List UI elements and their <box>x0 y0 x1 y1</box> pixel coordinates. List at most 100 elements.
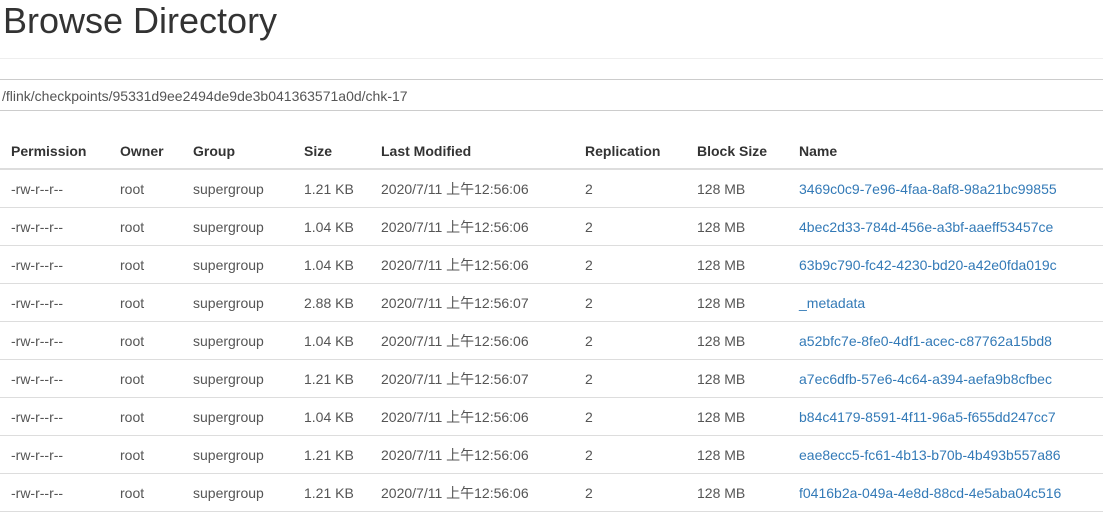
cell-replication: 2 <box>574 207 686 246</box>
directory-path-bar: /flink/checkpoints/95331d9ee2494de9de3b0… <box>0 79 1103 111</box>
cell-group: supergroup <box>182 359 293 398</box>
cell-owner: root <box>109 321 182 360</box>
cell-owner: root <box>109 473 182 512</box>
directory-path[interactable]: /flink/checkpoints/95331d9ee2494de9de3b0… <box>2 88 408 104</box>
cell-size: 1.21 KB <box>293 359 370 398</box>
cell-block-size: 128 MB <box>686 435 788 474</box>
column-header-owner[interactable]: Owner <box>109 133 182 170</box>
cell-name: 4bec2d33-784d-456e-a3bf-aaeff53457ce <box>788 207 1103 246</box>
file-table: Permission Owner Group Size Last Modifie… <box>0 133 1103 512</box>
cell-replication: 2 <box>574 435 686 474</box>
table-header-row: Permission Owner Group Size Last Modifie… <box>0 133 1103 170</box>
file-name-link[interactable]: eae8ecc5-fc61-4b13-b70b-4b493b557a86 <box>799 447 1061 463</box>
file-name-link[interactable]: a7ec6dfb-57e6-4c64-a394-aefa9b8cfbec <box>799 371 1052 387</box>
cell-replication: 2 <box>574 283 686 322</box>
cell-group: supergroup <box>182 473 293 512</box>
cell-name: b84c4179-8591-4f11-96a5-f655dd247cc7 <box>788 397 1103 436</box>
cell-block-size: 128 MB <box>686 321 788 360</box>
cell-last-modified: 2020/7/11 上午12:56:06 <box>370 397 574 436</box>
cell-replication: 2 <box>574 359 686 398</box>
file-name-link[interactable]: 63b9c790-fc42-4230-bd20-a42e0fda019c <box>799 257 1057 273</box>
table-row: -rw-r--r-- root supergroup 1.21 KB 2020/7/11… <box>0 473 1103 512</box>
file-table-body: -rw-r--r-- root supergroup 1.21 KB 2020/7/11… <box>0 169 1103 512</box>
cell-block-size: 128 MB <box>686 169 788 208</box>
cell-last-modified: 2020/7/11 上午12:56:06 <box>370 169 574 208</box>
cell-permission: -rw-r--r-- <box>0 473 109 512</box>
file-name-link[interactable]: f0416b2a-049a-4e8d-88cd-4e5aba04c516 <box>799 485 1061 501</box>
cell-owner: root <box>109 169 182 208</box>
cell-last-modified: 2020/7/11 上午12:56:06 <box>370 321 574 360</box>
cell-replication: 2 <box>574 397 686 436</box>
cell-size: 1.04 KB <box>293 207 370 246</box>
cell-name: f0416b2a-049a-4e8d-88cd-4e5aba04c516 <box>788 473 1103 512</box>
page-title: Browse Directory <box>3 0 278 41</box>
column-header-last-modified[interactable]: Last Modified <box>370 133 574 170</box>
cell-group: supergroup <box>182 283 293 322</box>
cell-block-size: 128 MB <box>686 207 788 246</box>
file-name-link[interactable]: 4bec2d33-784d-456e-a3bf-aaeff53457ce <box>799 219 1053 235</box>
cell-size: 2.88 KB <box>293 283 370 322</box>
column-header-name[interactable]: Name <box>788 133 1103 170</box>
table-row: -rw-r--r-- root supergroup 2.88 KB 2020/7/11… <box>0 283 1103 322</box>
cell-name: eae8ecc5-fc61-4b13-b70b-4b493b557a86 <box>788 435 1103 474</box>
file-name-link[interactable]: b84c4179-8591-4f11-96a5-f655dd247cc7 <box>799 409 1056 425</box>
file-name-link[interactable]: 3469c0c9-7e96-4faa-8af8-98a21bc99855 <box>799 181 1057 197</box>
cell-permission: -rw-r--r-- <box>0 397 109 436</box>
cell-block-size: 128 MB <box>686 473 788 512</box>
cell-group: supergroup <box>182 321 293 360</box>
cell-last-modified: 2020/7/11 上午12:56:07 <box>370 283 574 322</box>
cell-replication: 2 <box>574 321 686 360</box>
cell-owner: root <box>109 245 182 284</box>
cell-replication: 2 <box>574 169 686 208</box>
cell-permission: -rw-r--r-- <box>0 245 109 284</box>
title-divider <box>0 58 1103 59</box>
cell-name: a52bfc7e-8fe0-4df1-acec-c87762a15bd8 <box>788 321 1103 360</box>
table-row: -rw-r--r-- root supergroup 1.04 KB 2020/7/11… <box>0 245 1103 284</box>
column-header-size[interactable]: Size <box>293 133 370 170</box>
cell-name: a7ec6dfb-57e6-4c64-a394-aefa9b8cfbec <box>788 359 1103 398</box>
cell-block-size: 128 MB <box>686 359 788 398</box>
cell-size: 1.21 KB <box>293 169 370 208</box>
cell-owner: root <box>109 283 182 322</box>
cell-permission: -rw-r--r-- <box>0 359 109 398</box>
cell-owner: root <box>109 397 182 436</box>
cell-replication: 2 <box>574 245 686 284</box>
cell-block-size: 128 MB <box>686 283 788 322</box>
cell-group: supergroup <box>182 245 293 284</box>
cell-last-modified: 2020/7/11 上午12:56:06 <box>370 245 574 284</box>
column-header-permission[interactable]: Permission <box>0 133 109 170</box>
cell-owner: root <box>109 435 182 474</box>
cell-replication: 2 <box>574 473 686 512</box>
cell-block-size: 128 MB <box>686 245 788 284</box>
cell-owner: root <box>109 207 182 246</box>
cell-size: 1.21 KB <box>293 435 370 474</box>
cell-size: 1.21 KB <box>293 473 370 512</box>
cell-size: 1.04 KB <box>293 397 370 436</box>
table-row: -rw-r--r-- root supergroup 1.04 KB 2020/7/11… <box>0 207 1103 246</box>
cell-size: 1.04 KB <box>293 245 370 284</box>
cell-group: supergroup <box>182 435 293 474</box>
file-name-link[interactable]: _metadata <box>799 295 865 311</box>
cell-name: 3469c0c9-7e96-4faa-8af8-98a21bc99855 <box>788 169 1103 208</box>
column-header-block-size[interactable]: Block Size <box>686 133 788 170</box>
table-row: -rw-r--r-- root supergroup 1.21 KB 2020/7/11… <box>0 359 1103 398</box>
cell-permission: -rw-r--r-- <box>0 321 109 360</box>
cell-permission: -rw-r--r-- <box>0 435 109 474</box>
cell-last-modified: 2020/7/11 上午12:56:06 <box>370 435 574 474</box>
cell-last-modified: 2020/7/11 上午12:56:07 <box>370 359 574 398</box>
cell-group: supergroup <box>182 207 293 246</box>
cell-size: 1.04 KB <box>293 321 370 360</box>
column-header-replication[interactable]: Replication <box>574 133 686 170</box>
cell-last-modified: 2020/7/11 上午12:56:06 <box>370 473 574 512</box>
cell-owner: root <box>109 359 182 398</box>
file-name-link[interactable]: a52bfc7e-8fe0-4df1-acec-c87762a15bd8 <box>799 333 1052 349</box>
cell-permission: -rw-r--r-- <box>0 283 109 322</box>
table-row: -rw-r--r-- root supergroup 1.04 KB 2020/7/11… <box>0 321 1103 360</box>
table-row: -rw-r--r-- root supergroup 1.21 KB 2020/7/11… <box>0 435 1103 474</box>
table-row: -rw-r--r-- root supergroup 1.21 KB 2020/7/11… <box>0 169 1103 208</box>
cell-name: 63b9c790-fc42-4230-bd20-a42e0fda019c <box>788 245 1103 284</box>
cell-last-modified: 2020/7/11 上午12:56:06 <box>370 207 574 246</box>
cell-block-size: 128 MB <box>686 397 788 436</box>
cell-group: supergroup <box>182 169 293 208</box>
column-header-group[interactable]: Group <box>182 133 293 170</box>
